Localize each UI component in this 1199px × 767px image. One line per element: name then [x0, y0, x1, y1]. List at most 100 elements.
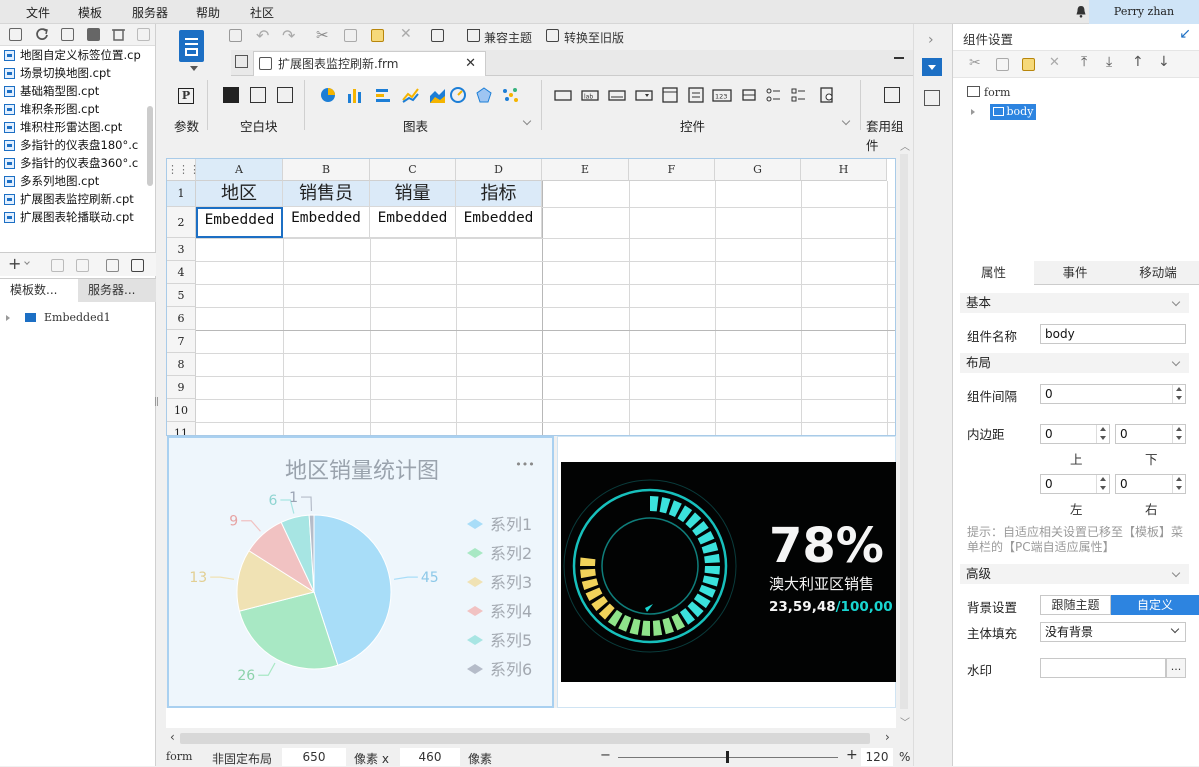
legend-marker[interactable] — [467, 606, 483, 616]
delete-icon[interactable]: ✕ — [1049, 55, 1060, 70]
padding-left-input[interactable]: 0 — [1040, 474, 1110, 494]
pie-chart-panel[interactable]: 地区销量统计图 ••• 45 26 13 9 6 1 系列1 系列2 系列3 系列4 系列5 系列6 — [167, 436, 554, 708]
spinner-icon[interactable] — [1172, 475, 1185, 493]
widget-library-icon[interactable] — [924, 90, 940, 106]
list-item[interactable]: 堆积柱形雷达图.cpt — [0, 118, 155, 136]
gap-input[interactable]: 0 — [1040, 384, 1186, 404]
row-header[interactable]: 8 — [167, 353, 196, 376]
column-header[interactable]: C — [370, 159, 456, 181]
column-header[interactable]: G — [715, 159, 801, 181]
list-item[interactable]: 基础箱型图.cpt — [0, 82, 155, 100]
compat-theme-button[interactable]: 兼容主题 — [484, 29, 532, 46]
vertical-scrollbar[interactable]: ︿ ﹀ — [896, 136, 912, 748]
section-advanced[interactable]: 高级 — [960, 564, 1189, 584]
copy-icon[interactable] — [344, 29, 357, 42]
row-header[interactable]: 4 — [167, 261, 196, 284]
scroll-left-icon[interactable]: ‹ — [170, 730, 175, 744]
pin-icon[interactable]: ↙ — [1179, 26, 1191, 42]
more-icon[interactable]: ••• — [515, 458, 534, 471]
table-header-cell[interactable]: 地区 — [196, 181, 283, 207]
scroll-up-icon[interactable]: ︿ — [900, 138, 910, 153]
tree-item-embedded[interactable]: Embedded1 — [6, 310, 111, 326]
cut-icon[interactable]: ✂ — [316, 26, 329, 44]
add-icon[interactable]: + — [8, 254, 21, 273]
bg-follow-theme-button[interactable]: 跟随主题 — [1040, 595, 1111, 615]
horizontal-scrollbar[interactable]: ‹ › — [166, 729, 896, 748]
menu-help[interactable]: 帮助 — [196, 4, 220, 21]
tree-node-form[interactable]: form — [967, 85, 1010, 101]
convert-old-button[interactable]: 转换至旧版 — [564, 29, 624, 46]
row-header[interactable]: 10 — [167, 399, 196, 422]
blank-block-icon[interactable] — [223, 87, 239, 103]
vscroll-thumb[interactable] — [900, 154, 908, 709]
zoom-input[interactable]: 120 — [861, 748, 893, 766]
list-item[interactable]: 多指针的仪表盘360°.c — [0, 154, 155, 172]
move-bottom-icon[interactable]: ⤓ — [1106, 54, 1112, 70]
list-item[interactable]: 地图自定义标签位置.cp — [0, 46, 155, 64]
list-item[interactable]: 堆积条形图.cpt — [0, 100, 155, 118]
menu-server[interactable]: 服务器 — [132, 4, 168, 21]
list-item[interactable]: 扩展图表监控刷新.cpt — [0, 190, 155, 208]
legend-label[interactable]: 系列3 — [490, 573, 532, 592]
legend-marker[interactable] — [467, 519, 483, 529]
blank-split-icon[interactable] — [250, 87, 266, 103]
tab-file[interactable]: 扩展图表监控刷新.frm ✕ — [253, 51, 486, 76]
legend-label[interactable]: 系列4 — [490, 602, 532, 621]
padding-bottom-input[interactable]: 0 — [1115, 424, 1186, 444]
section-layout[interactable]: 布局 — [960, 353, 1189, 373]
edit-icon[interactable] — [51, 259, 64, 272]
legend-label[interactable]: 系列2 — [490, 544, 532, 563]
section-basic[interactable]: 基本 — [960, 293, 1189, 313]
row-header[interactable]: 6 — [167, 307, 196, 330]
collapse-icon[interactable]: › — [928, 32, 934, 48]
widget-icons[interactable]: lab 123 — [553, 86, 853, 104]
menu-community[interactable]: 社区 — [250, 4, 274, 21]
column-header[interactable]: B — [283, 159, 370, 181]
redo-icon[interactable]: ↷ — [282, 26, 295, 45]
legend-marker[interactable] — [467, 577, 483, 587]
table-header-cell[interactable]: 指标 — [456, 181, 542, 207]
chart-type-icons[interactable] — [320, 86, 542, 104]
param-icon[interactable]: P — [178, 88, 194, 104]
canvas-width-input[interactable]: 650 — [282, 748, 346, 766]
bell-icon[interactable] — [1075, 5, 1087, 18]
tab-events[interactable]: 事件 — [1034, 261, 1116, 285]
undo-icon[interactable]: ↶ — [256, 26, 269, 45]
list-item[interactable]: 扩展图表轮播联动.cpt — [0, 208, 155, 226]
scroll-down-icon[interactable]: ﹀ — [900, 714, 910, 729]
dataset-icon[interactable] — [131, 259, 144, 272]
expand-icon[interactable] — [971, 109, 978, 115]
tab-mobile[interactable]: 移动端 — [1116, 261, 1199, 285]
list-item[interactable]: 多系列地图.cpt — [0, 172, 155, 190]
tab-menu-icon[interactable] — [894, 57, 904, 66]
locate-icon[interactable] — [61, 28, 74, 41]
paste-icon[interactable] — [371, 29, 384, 42]
embedded-cell[interactable]: Embedded — [370, 207, 456, 238]
column-header[interactable]: F — [629, 159, 715, 181]
legend-marker[interactable] — [467, 548, 483, 558]
table-header-cell[interactable]: 销量 — [370, 181, 456, 207]
copy-icon[interactable] — [137, 28, 150, 41]
spinner-icon[interactable] — [1172, 385, 1185, 403]
padding-top-input[interactable]: 0 — [1040, 424, 1110, 444]
row-header[interactable]: 7 — [167, 330, 196, 353]
watermark-button[interactable]: ... — [1166, 658, 1186, 678]
zoom-out-icon[interactable]: − — [600, 748, 611, 763]
blank-grid-icon[interactable] — [277, 87, 293, 103]
grid-icon[interactable] — [235, 55, 248, 68]
row-header[interactable]: 5 — [167, 284, 196, 307]
legend-label[interactable]: 系列1 — [490, 515, 532, 534]
settings-icon[interactable] — [87, 28, 100, 41]
file-list-scrollbar[interactable] — [147, 106, 153, 186]
preview-icon[interactable] — [431, 29, 444, 42]
menu-file[interactable]: 文件 — [26, 4, 50, 21]
trash-icon[interactable] — [76, 259, 89, 272]
expand-icon[interactable] — [6, 315, 13, 321]
embedded-cell[interactable]: Embedded — [196, 207, 283, 238]
paste-icon[interactable] — [1022, 58, 1035, 71]
column-header[interactable]: H — [801, 159, 887, 181]
list-item[interactable]: 多指针的仪表盘180°.c — [0, 136, 155, 154]
tab-template-data[interactable]: 模板数... — [0, 279, 78, 302]
splitter[interactable]: ǁ — [154, 24, 166, 766]
row-header[interactable]: 11 — [167, 422, 196, 435]
